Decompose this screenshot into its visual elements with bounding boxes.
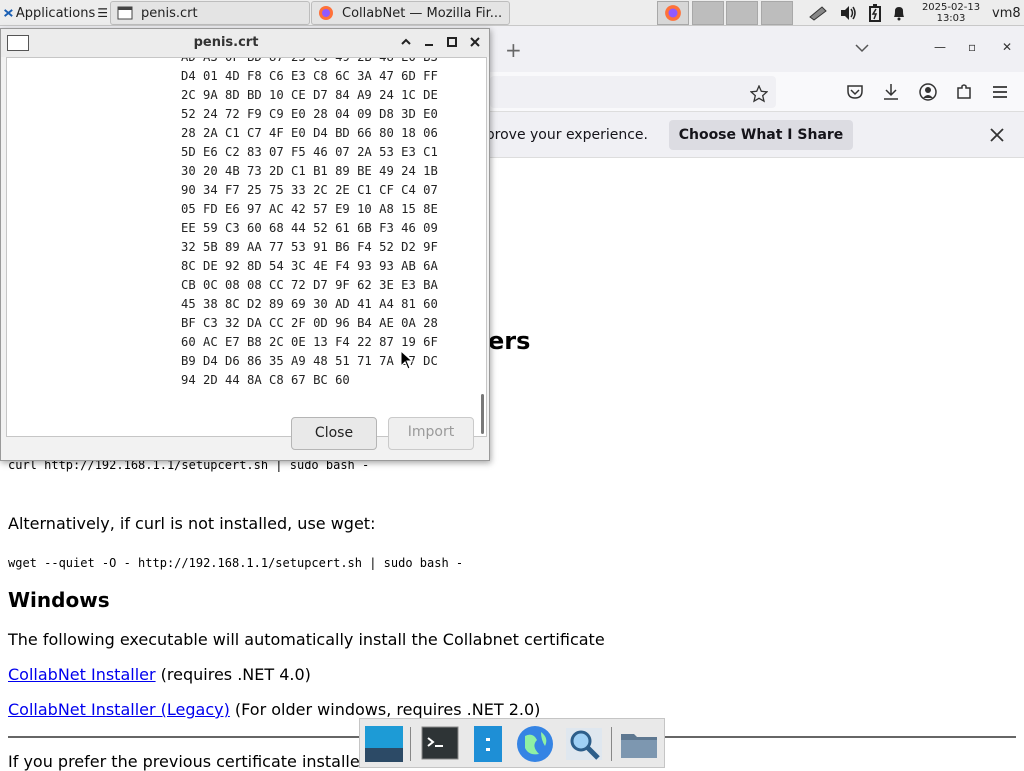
user-label: vm8 [992,5,1021,21]
hex-line: EE 59 C3 60 68 44 52 61 6B F3 46 09 [181,221,438,235]
windows-description: The following executable will automatica… [8,630,605,649]
firefox-icon [665,5,681,21]
hex-line: 30 20 4B 73 2D C1 B1 89 BE 49 24 1B [181,164,438,178]
battery-icon[interactable] [868,4,881,22]
dialog-title: penis.crt [193,35,259,50]
taskbar-item-firefox[interactable]: CollabNet — Mozilla Fir... [311,1,510,25]
applications-label: Applications [15,5,96,21]
taskbar-item-crt[interactable]: penis.crt [110,1,310,25]
url-bar[interactable] [490,76,776,108]
new-tab-button[interactable]: + [505,38,522,62]
close-icon[interactable] [988,126,1006,144]
applications-menu[interactable]: Applications ☰ [0,0,108,26]
mouse-cursor-icon [400,350,414,370]
workspace-1[interactable] [657,1,689,25]
download-icon[interactable] [882,83,900,101]
hex-line: 28 2A C1 C7 4F E0 D4 BD 66 80 18 06 [181,126,438,140]
volume-icon[interactable] [839,5,857,21]
chevron-down-icon[interactable] [852,40,872,56]
hex-line: 90 34 F7 25 75 33 2C 2E C1 CF C4 07 [181,183,438,197]
collabnet-legacy-installer-link[interactable]: CollabNet Installer (Legacy) [8,700,230,719]
import-button[interactable]: Import [388,417,474,450]
legacy-installer-line: CollabNet Installer (Legacy) (For older … [8,700,540,719]
page-heading: ers [488,327,531,355]
hex-line: 5D E6 C2 83 07 F5 46 07 2A 53 E3 C1 [181,145,438,159]
clock-time: 13:03 [936,13,966,24]
certificate-text-area[interactable]: AD A3 0F BD 87 23 C3 49 2B 48 E0 B3 D4 01… [6,57,487,437]
dialog-titlebar[interactable]: penis.crt [1,29,489,57]
choose-what-i-share-button[interactable]: Choose What I Share [669,120,853,150]
clock-date: 2025-02-13 [921,2,981,13]
hex-line: BF C3 32 DA CC 2F 0D 96 B4 AE 0A 28 [181,316,438,330]
close-icon[interactable] [468,35,482,49]
workspace-3[interactable] [726,1,758,25]
clock[interactable]: 2025-02-13 13:03 [914,0,988,26]
system-tray [802,0,912,26]
installer-requirement: (requires .NET 4.0) [155,665,311,684]
notification-bell-icon[interactable] [892,5,906,21]
taskbar-item-label: CollabNet — Mozilla Fir... [342,5,503,21]
hex-line: 45 38 8C D2 89 69 30 AD 41 A4 81 60 [181,297,438,311]
account-icon[interactable] [919,83,937,101]
hex-line: CB 0C 08 08 CC 72 D7 9F 62 3E E3 BA [181,278,438,292]
menu-separator-icon: ☰ [97,6,108,20]
certificate-dialog: penis.crt AD A3 0F BD 87 23 C3 49 2B 48 … [0,28,490,461]
extensions-icon[interactable] [955,83,973,101]
top-panel: Applications ☰ penis.crt CollabNet — Moz… [0,0,1024,26]
workspace-4[interactable] [761,1,793,25]
scrollbar-thumb[interactable] [481,394,484,434]
installer-line: CollabNet Installer (requires .NET 4.0) [8,665,311,684]
hex-line: 94 2D 44 8A C8 67 BC 60 [181,373,350,387]
search-icon[interactable] [564,724,604,764]
legacy-installer-requirement: (For older windows, requires .NET 2.0) [229,700,541,719]
wget-command: wget --quiet -O - http://192.168.1.1/set… [8,556,464,570]
close-button[interactable]: Close [291,417,377,450]
chevron-up-icon[interactable] [399,35,413,49]
windows-heading: Windows [8,588,110,612]
collabnet-installer-link[interactable]: CollabNet Installer [8,665,156,684]
bookmark-star-icon[interactable] [750,85,768,103]
folder-icon[interactable] [619,724,659,764]
web-browser-icon[interactable] [515,724,555,764]
hex-line: 8C DE 92 8D 54 3C 4E F4 93 93 AB 6A [181,259,438,273]
previous-installer-text: If you prefer the previous certificate i… [8,752,360,771]
pocket-icon[interactable] [846,83,864,101]
hex-line: 32 5B 89 AA 77 53 91 B6 F4 52 D2 9F [181,240,438,254]
minimize-icon[interactable]: — [934,40,946,54]
user-menu[interactable]: vm8 [992,0,1024,26]
window-icon [117,6,133,20]
hex-line: 05 FD E6 97 AC 42 57 E9 10 A8 15 8E [181,202,438,216]
show-desktop-icon[interactable] [364,724,404,764]
dock-separator [611,727,612,761]
minimize-icon[interactable] [422,35,436,49]
workspace-2[interactable] [692,1,724,25]
xfce-logo-icon [4,9,13,17]
hex-line: 2C 9A 8D BD 10 CE D7 84 A9 24 1C DE [181,88,438,102]
taskbar-item-label: penis.crt [141,5,198,21]
hex-line: D4 01 4D F8 C6 E3 C8 6C 3A 47 6D FF [181,69,438,83]
network-icon[interactable] [808,5,828,21]
certificate-hex-content: AD A3 0F BD 87 23 C3 49 2B 48 E0 B3 D4 01… [181,57,438,390]
hamburger-menu-icon[interactable] [991,83,1009,101]
hex-line: 52 24 72 F9 C9 E0 28 04 09 D8 3D E0 [181,107,438,121]
firefox-icon [319,6,333,20]
close-icon[interactable]: ✕ [1002,40,1012,54]
dock-separator [410,727,411,761]
terminal-icon[interactable] [420,724,460,764]
alternative-text: Alternatively, if curl is not installed,… [8,514,376,533]
maximize-icon[interactable]: ▫ [968,40,976,54]
maximize-icon[interactable] [445,35,459,49]
hex-line: AD A3 0F BD 87 23 C3 49 2B 48 E0 B3 [181,57,438,64]
dock [359,718,665,768]
file-manager-icon[interactable] [468,724,508,764]
